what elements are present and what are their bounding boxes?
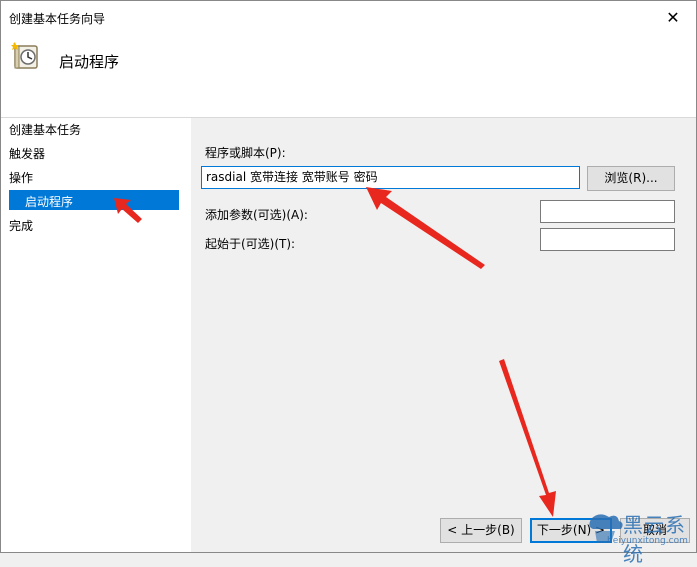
step-finish[interactable]: 完成 — [9, 217, 33, 234]
step-trigger[interactable]: 触发器 — [9, 145, 45, 162]
wizard-header: 启动程序 — [1, 33, 696, 118]
close-icon: ✕ — [666, 7, 680, 27]
close-button[interactable]: ✕ — [650, 1, 696, 33]
startin-input[interactable] — [540, 228, 675, 251]
args-label: 添加参数(可选)(A): — [205, 208, 308, 222]
step-start-program[interactable]: 启动程序 — [9, 190, 179, 210]
page-title: 启动程序 — [59, 53, 120, 71]
step-create-basic-task[interactable]: 创建基本任务 — [9, 121, 81, 138]
program-input-value: rasdial 宽带连接 宽带账号 密码 — [206, 170, 378, 184]
step-start-program-label: 启动程序 — [25, 195, 74, 209]
browse-button[interactable]: 浏览(R)... — [587, 166, 675, 191]
watermark-url: heiyunxitong.com — [607, 536, 688, 546]
clock-scroll-icon — [11, 42, 38, 69]
wizard-steps: 创建基本任务 触发器 操作 启动程序 完成 — [1, 118, 191, 552]
window-title: 创建基本任务向导 — [9, 12, 106, 26]
program-input[interactable]: rasdial 宽带连接 宽带账号 密码 — [201, 166, 580, 189]
step-action[interactable]: 操作 — [9, 169, 33, 186]
back-button[interactable]: < 上一步(B) — [440, 518, 522, 543]
program-label: 程序或脚本(P): — [205, 146, 286, 160]
main-panel: 程序或脚本(P): rasdial 宽带连接 宽带账号 密码 浏览(R)... … — [192, 118, 696, 552]
title-bar: 创建基本任务向导 ✕ — [1, 1, 696, 33]
wizard-window: 创建基本任务向导 ✕ 启动程序 创建基本任务 触发器 操作 启动程序 完成 程序… — [0, 0, 697, 566]
startin-label: 起始于(可选)(T): — [205, 237, 296, 251]
args-input[interactable] — [540, 200, 675, 223]
